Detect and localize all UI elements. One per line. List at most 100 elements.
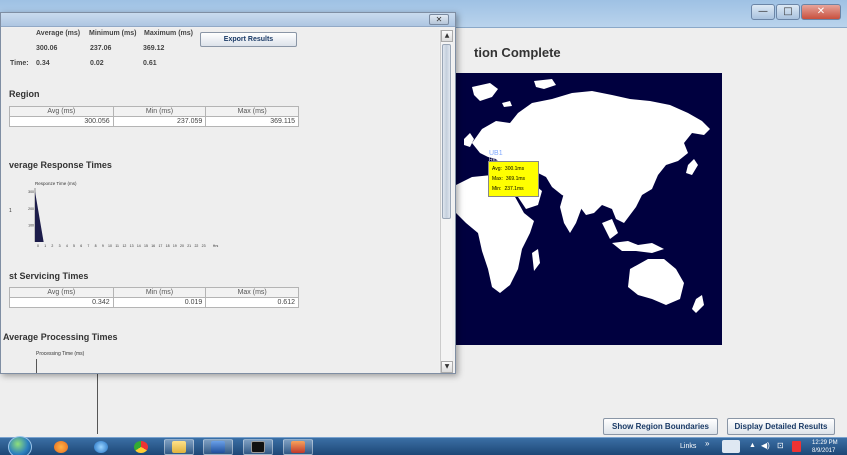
summary-time-min: 0.02 (90, 60, 104, 67)
close-button[interactable]: ✕ (801, 4, 841, 20)
dc-col-max: Max (ms) (205, 287, 299, 298)
land-north-islands (534, 79, 556, 89)
main-window-controls: — □ ✕ (751, 4, 841, 20)
world-map-land (456, 79, 710, 313)
chart-x-tick-label: 9 (102, 244, 104, 248)
chrome-icon (134, 441, 148, 453)
chart-x-tick-label: 22 (194, 244, 198, 248)
tooltip-min-value: 237.1ms (504, 186, 524, 192)
chart-x-tick-label: 17 (158, 244, 162, 248)
land-se-asia (602, 219, 618, 239)
terminal-icon (251, 441, 265, 453)
world-map[interactable]: UB1 Resp. time Avg: 300.1ms Max: 369.1ms… (452, 73, 722, 345)
response-time-chart-svg: Responze Time (ms)13002001000 1 2 3 4 5 6 7 8 9 10… (9, 181, 218, 248)
chart-x-tick-label: 19 (173, 244, 177, 248)
taskbar-file-explorer[interactable] (164, 439, 194, 455)
chart-y-tick-label: 100 (28, 224, 34, 228)
land-australia (628, 259, 684, 305)
scroll-thumb[interactable] (442, 44, 451, 219)
region-col-max: Max (ms) (205, 106, 299, 117)
links-toolbar-label[interactable]: Links (680, 443, 696, 450)
land-indonesia (612, 241, 664, 253)
chart-x-tick-label: 6 (80, 244, 82, 248)
divider-line (97, 370, 98, 434)
dialog-close-button[interactable]: ✕ (429, 14, 449, 25)
maximize-button[interactable]: □ (776, 4, 800, 20)
scroll-up-arrow[interactable]: ▲ (441, 30, 453, 42)
tooltip-avg-label: Avg: (492, 166, 502, 172)
chart-x-tick-label: 12 (122, 244, 126, 248)
chart-x-tick-label: 16 (151, 244, 155, 248)
dialog-title-bar: ✕ (1, 13, 455, 27)
taskbar: Links » ▲ ◀) ⊡ 12:29 PM 8/9/2017 (0, 436, 847, 455)
region-avg-cell: 300.056 (9, 116, 114, 127)
clock-date[interactable]: 8/9/2017 (812, 448, 835, 454)
chart-x-tick-label: 1 (44, 244, 46, 248)
taskbar-command-prompt[interactable] (243, 439, 273, 455)
network-icon[interactable]: ⊡ (777, 441, 784, 450)
chart-x-tick-label: 23 (202, 244, 206, 248)
java-icon (291, 441, 305, 453)
chart-x-tick-label: 20 (180, 244, 184, 248)
chart-x-tick-label: 11 (115, 244, 119, 248)
summary-header-minimum: Minimum (ms) (89, 30, 137, 37)
taskbar-chrome[interactable] (126, 439, 156, 455)
chevron-right-icon[interactable]: » (705, 439, 709, 448)
scroll-down-arrow[interactable]: ▼ (441, 361, 453, 373)
results-dialog: ✕ Average (ms) Minimum (ms) Maximum (ms)… (0, 12, 456, 374)
start-button[interactable] (8, 436, 32, 455)
response-tooltip: Avg: 300.1ms Max: 369.1ms Min: 237.1ms (488, 161, 539, 197)
summary-header-average: Average (ms) (36, 30, 81, 37)
tooltip-min-row: Min: 237.1ms (492, 184, 535, 194)
dc-max-cell: 0.612 (205, 297, 299, 308)
userbase-label: UB1 (489, 150, 503, 157)
minimize-button[interactable]: — (751, 4, 775, 20)
chart-x-tick-label: 5 (73, 244, 75, 248)
chart-x-tick-label: 15 (144, 244, 148, 248)
tray-expand-icon[interactable]: ▲ (749, 442, 756, 449)
chart-x-tick-label: 4 (66, 244, 68, 248)
display-detailed-results-button[interactable]: Display Detailed Results (727, 418, 835, 435)
summary-time-avg: 0.34 (36, 60, 50, 67)
dc-avg-cell: 0.342 (9, 297, 114, 308)
taskbar-java-app[interactable] (283, 439, 313, 455)
taskbar-media-player[interactable] (46, 439, 76, 455)
summary-header-maximum: Maximum (ms) (144, 30, 194, 37)
dc-servicing-section-title: st Servicing Times (9, 271, 89, 281)
pen-tray-icon[interactable] (722, 440, 740, 453)
region-max-cell: 369.115 (205, 116, 299, 127)
chart-y-tick-label: 200 (28, 207, 34, 211)
summary-max-value: 369.12 (143, 45, 165, 52)
land-japan (686, 159, 698, 175)
chart-side-label: 1 (9, 208, 12, 214)
clock-time[interactable]: 12:29 PM (812, 440, 838, 446)
action-center-icon[interactable] (792, 441, 801, 452)
region-col-avg: Avg (ms) (9, 106, 114, 117)
tooltip-max-label: Max: (492, 176, 503, 182)
dc-min-cell: 0.019 (112, 297, 207, 308)
chart-x-tick-label: 13 (130, 244, 134, 248)
export-results-button[interactable]: Export Results (200, 32, 297, 47)
chart-x-tick-label: 8 (95, 244, 97, 248)
taskbar-internet-explorer[interactable] (86, 439, 116, 455)
word-icon (211, 441, 225, 453)
chart-x-tick-label: 3 (59, 244, 61, 248)
region-section-title: Region (9, 89, 40, 99)
internet-explorer-icon (94, 441, 108, 453)
summary-min-value: 237.06 (90, 45, 112, 52)
dc-col-avg: Avg (ms) (9, 287, 114, 298)
processing-chart-ylabel: Processing Time (ms) (36, 351, 85, 357)
dialog-scrollbar[interactable]: ▲ ▼ (440, 30, 453, 373)
taskbar-word[interactable] (203, 439, 233, 455)
show-region-boundaries-button[interactable]: Show Region Boundaries (603, 418, 718, 435)
avg-response-section-title: verage Response Times (9, 160, 112, 170)
response-time-chart: Responze Time (ms) 1 300 200 100 0 1 2 3 4 5 6 7 8 9 10… (5, 178, 225, 248)
region-min-cell: 237.059 (112, 116, 207, 127)
chart-y-tick-label: 300 (28, 190, 34, 194)
tooltip-max-row: Max: 369.1ms (492, 174, 535, 184)
region-stats-table: Avg (ms) Min (ms) Max (ms) 300.056 237.0… (9, 106, 299, 127)
dc-table-row: 0.342 0.019 0.612 (9, 297, 299, 308)
chart-x-tick-label: 21 (187, 244, 191, 248)
volume-icon[interactable]: ◀) (761, 441, 770, 450)
chart-area-series (35, 191, 44, 242)
